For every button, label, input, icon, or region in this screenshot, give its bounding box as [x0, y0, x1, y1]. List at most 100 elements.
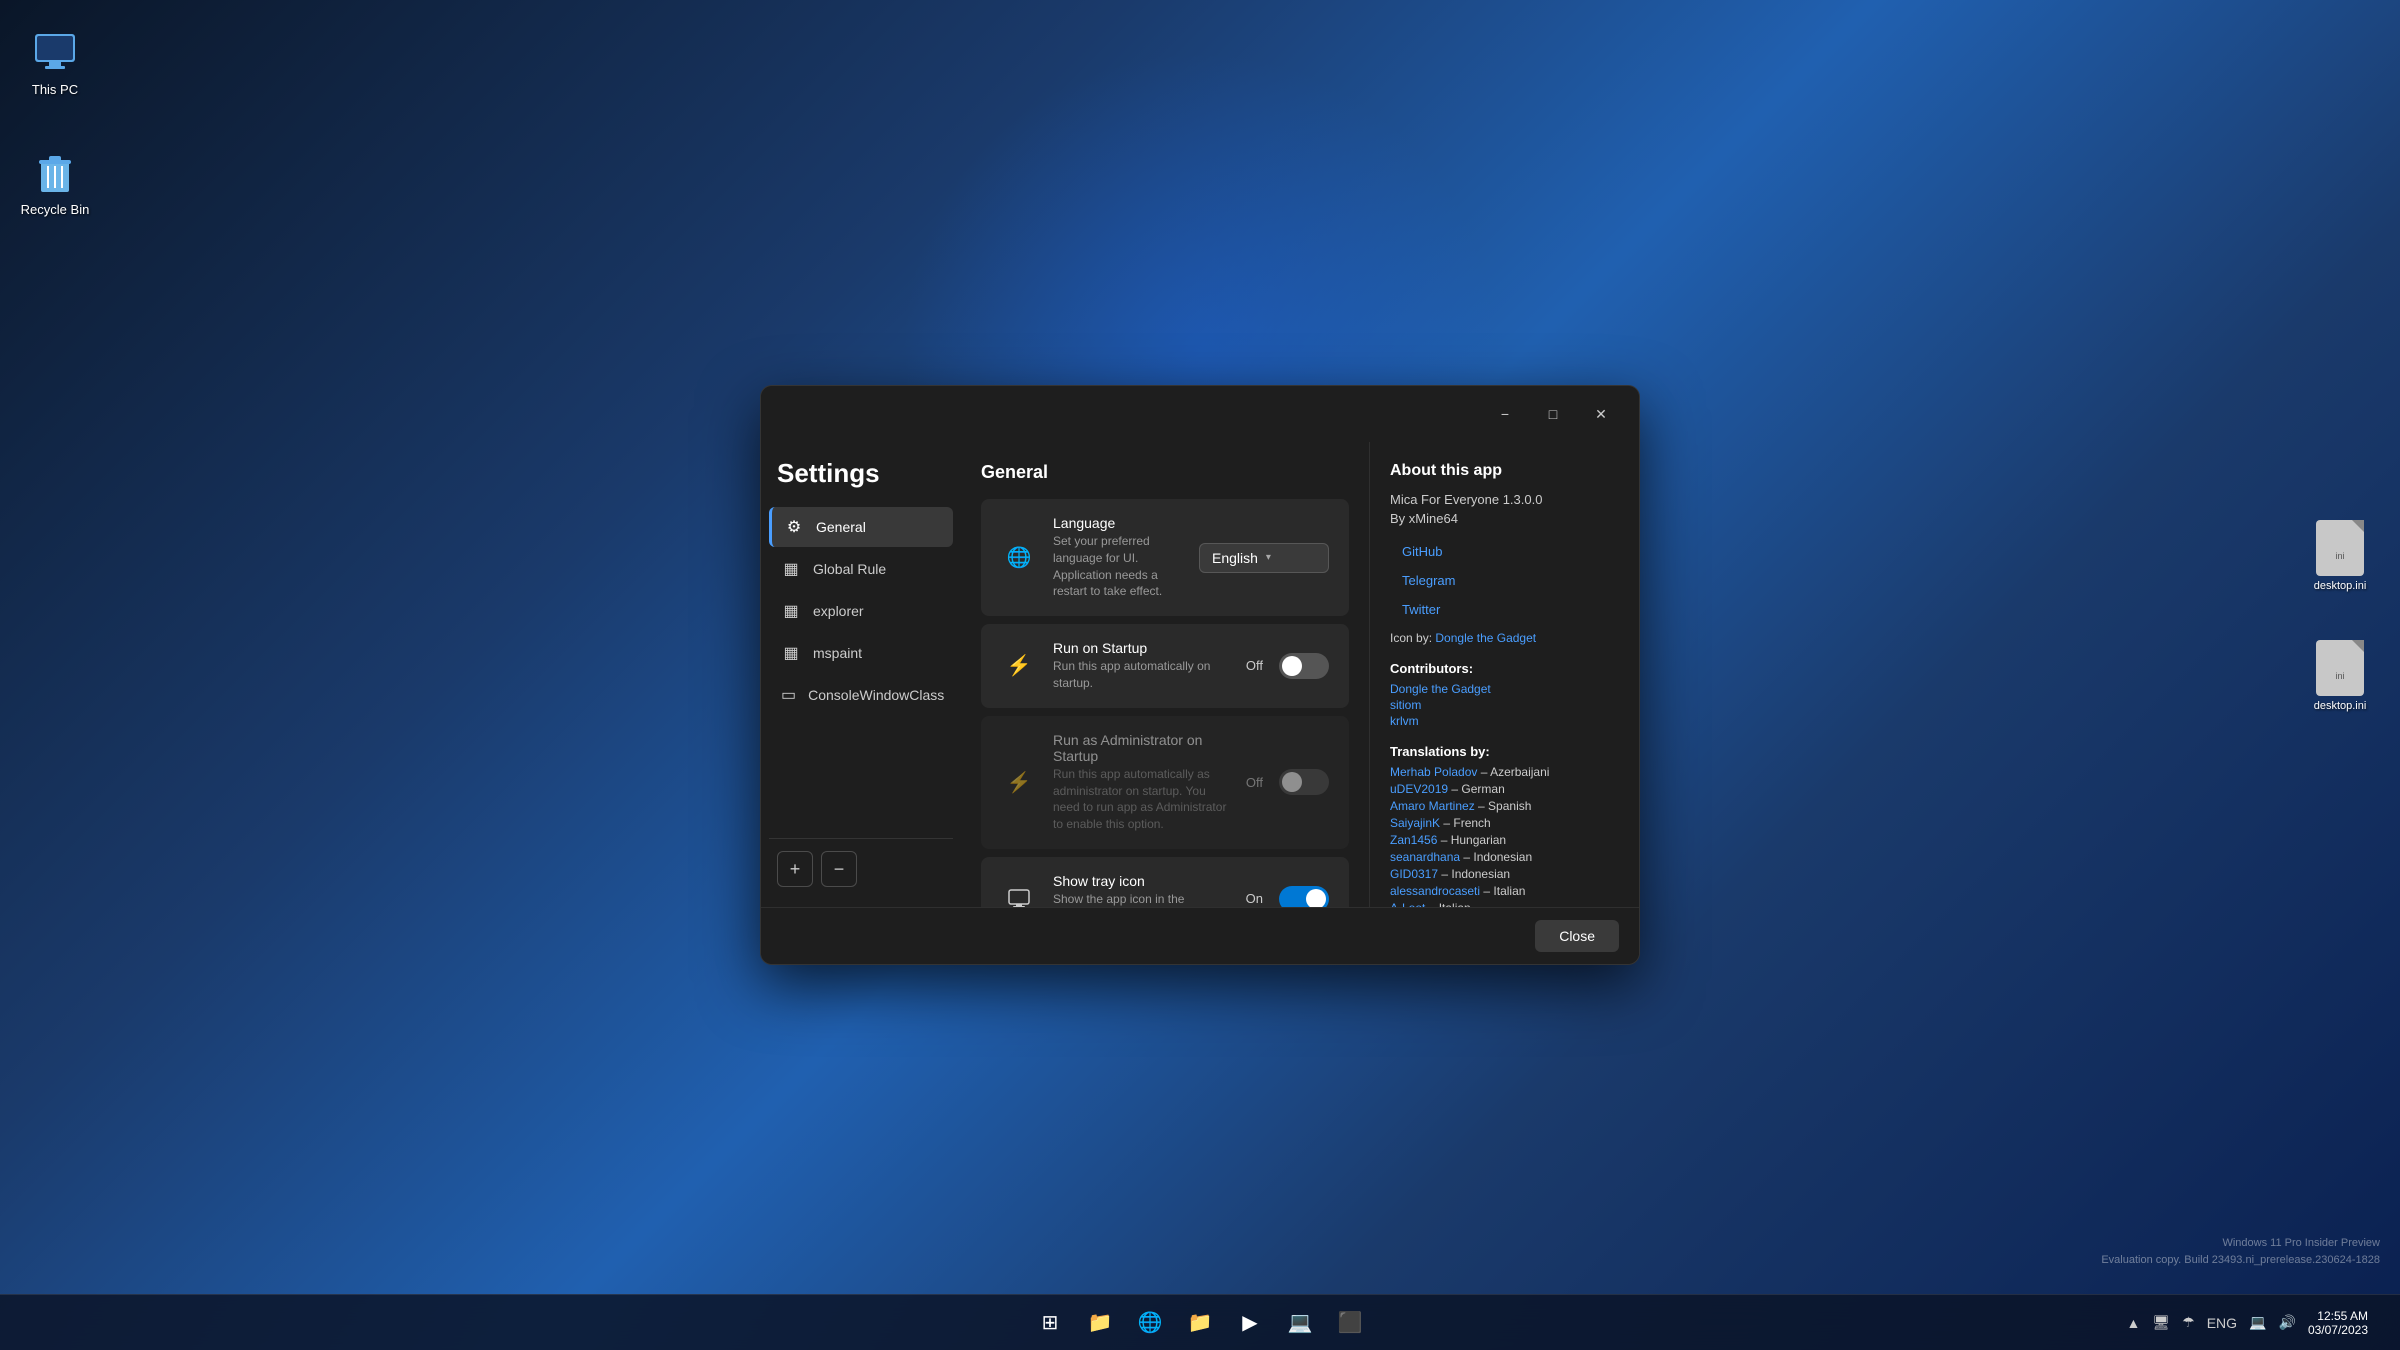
taskbar-files[interactable]: 📁: [1178, 1301, 1222, 1345]
tray-info: Show tray icon Show the app icon in the …: [1053, 873, 1230, 907]
contributors-title: Contributors:: [1390, 661, 1619, 676]
translations-list: Merhab Poladov – AzerbaijaniuDEV2019 – G…: [1390, 765, 1619, 907]
start-button[interactable]: ⊞: [1028, 1301, 1072, 1345]
tray-toggle[interactable]: [1279, 886, 1329, 907]
translation-item: uDEV2019 – German: [1390, 782, 1619, 796]
sidebar-item-explorer[interactable]: ▦ explorer: [769, 591, 953, 631]
sidebar-explorer-label: explorer: [813, 603, 864, 619]
icon-credit-link[interactable]: Dongle the Gadget: [1435, 631, 1536, 645]
settings-body: Settings ⚙ General ▦ Global Rule ▦ explo…: [761, 442, 1639, 907]
add-button[interactable]: +: [777, 851, 813, 887]
language-value: English: [1212, 550, 1258, 566]
telegram-link[interactable]: Telegram: [1390, 567, 1619, 594]
app-name: Mica For Everyone 1.3.0.0: [1390, 492, 1619, 507]
admin-startup-desc: Run this app automatically as administra…: [1053, 766, 1230, 833]
tray-control: On: [1246, 886, 1329, 907]
window-close-button[interactable]: ✕: [1579, 398, 1623, 430]
tray-display-icon[interactable]: 💻: [2245, 1310, 2270, 1335]
startup-toggle[interactable]: [1279, 653, 1329, 679]
sidebar-global-rule-label: Global Rule: [813, 561, 886, 577]
admin-startup-icon: ⚡: [1001, 764, 1037, 800]
admin-startup-card: ⚡ Run as Administrator on Startup Run th…: [981, 716, 1349, 849]
tray-toggle-label: On: [1246, 891, 1263, 906]
general-icon: ⚙: [784, 517, 804, 537]
contributor-sitiom[interactable]: sitiom: [1390, 698, 1619, 712]
translation-item: alessandrocaseti – Italian: [1390, 884, 1619, 898]
dropdown-chevron: ▾: [1266, 552, 1271, 563]
sidebar-item-general[interactable]: ⚙ General: [769, 507, 953, 547]
tray-lang-icon[interactable]: ENG: [2203, 1311, 2241, 1335]
bottom-bar: Close: [761, 907, 1639, 964]
settings-title: Settings: [769, 450, 953, 505]
translation-item: seanardhana – Indonesian: [1390, 850, 1619, 864]
language-name: Language: [1053, 515, 1183, 531]
taskbar-center: ⊞ 📁 🌐 📁 ▶ 💻 ⬛: [1028, 1301, 1372, 1345]
section-title: General: [981, 462, 1349, 483]
github-link[interactable]: GitHub: [1390, 538, 1619, 565]
console-icon: ▭: [781, 685, 796, 705]
remove-button[interactable]: −: [821, 851, 857, 887]
tray-icon-card: Show tray icon Show the app icon in the …: [981, 857, 1349, 907]
admin-toggle-label: Off: [1246, 775, 1263, 790]
startup-icon: ⚡: [1001, 648, 1037, 684]
admin-startup-control: Off: [1246, 769, 1329, 795]
tray-bluetooth-icon[interactable]: ☂: [2178, 1310, 2199, 1335]
taskbar-clock[interactable]: 12:55 AM 03/07/2023: [2308, 1309, 2368, 1337]
translations-title: Translations by:: [1390, 744, 1619, 759]
language-card: 🌐 Language Set your preferred language f…: [981, 499, 1349, 616]
admin-startup-info: Run as Administrator on Startup Run this…: [1053, 732, 1230, 833]
startup-toggle-label: Off: [1246, 658, 1263, 673]
tray-volume-icon[interactable]: 🔊: [2275, 1310, 2300, 1335]
tray-toggle-knob: [1306, 889, 1326, 907]
settings-window: − □ ✕ Settings ⚙ General ▦ Global Rule: [760, 385, 1640, 965]
language-desc: Set your preferred language for UI. Appl…: [1053, 533, 1183, 600]
tray-expand-icon[interactable]: ▲: [2123, 1311, 2145, 1335]
maximize-button[interactable]: □: [1531, 398, 1575, 430]
admin-startup-toggle: [1279, 769, 1329, 795]
sidebar-item-console[interactable]: ▭ ConsoleWindowClass: [769, 675, 953, 715]
translation-item: SaiyajinK – French: [1390, 816, 1619, 830]
taskbar: ⊞ 📁 🌐 📁 ▶ 💻 ⬛ ▲ 🖥 ☂ ENG 💻 🔊 12:55 AM 03/…: [0, 1294, 2400, 1350]
modal-overlay: − □ ✕ Settings ⚙ General ▦ Global Rule: [0, 0, 2400, 1350]
tray-icon-icon: [1001, 881, 1037, 907]
admin-startup-name: Run as Administrator on Startup: [1053, 732, 1230, 764]
sidebar-general-label: General: [816, 519, 866, 535]
tray-desc: Show the app icon in the notification ar…: [1053, 891, 1230, 907]
language-icon: 🌐: [1001, 540, 1037, 576]
taskbar-explorer[interactable]: 📁: [1078, 1301, 1122, 1345]
taskbar-browser[interactable]: 🌐: [1128, 1301, 1172, 1345]
system-tray: ▲ 🖥 ☂ ENG 💻 🔊: [2123, 1310, 2300, 1335]
main-content: General 🌐 Language Set your preferred la…: [961, 442, 1369, 907]
twitter-link[interactable]: Twitter: [1390, 596, 1619, 623]
language-dropdown[interactable]: English ▾: [1199, 543, 1329, 573]
sidebar-item-mspaint[interactable]: ▦ mspaint: [769, 633, 953, 673]
sidebar-mspaint-label: mspaint: [813, 645, 862, 661]
close-button[interactable]: Close: [1535, 920, 1619, 952]
sidebar-item-global-rule[interactable]: ▦ Global Rule: [769, 549, 953, 589]
tray-name: Show tray icon: [1053, 873, 1230, 889]
startup-toggle-knob: [1282, 656, 1302, 676]
translation-item: Zan1456 – Hungarian: [1390, 833, 1619, 847]
sidebar-footer: + −: [769, 838, 953, 899]
minimize-button[interactable]: −: [1483, 398, 1527, 430]
admin-toggle-knob: [1282, 772, 1302, 792]
contributor-krlvm[interactable]: krlvm: [1390, 714, 1619, 728]
show-desktop-button[interactable]: [2376, 1303, 2384, 1343]
about-title: About this app: [1390, 462, 1619, 480]
tray-network-icon[interactable]: 🖥: [2148, 1310, 2174, 1335]
contributor-dongle[interactable]: Dongle the Gadget: [1390, 682, 1619, 696]
explorer-icon: ▦: [781, 601, 801, 621]
monitor-small-icon: [1008, 888, 1030, 907]
taskbar-app[interactable]: ⬛: [1328, 1301, 1372, 1345]
sidebar: Settings ⚙ General ▦ Global Rule ▦ explo…: [761, 442, 961, 907]
contributors-section: Contributors: Dongle the Gadget sitiom k…: [1390, 661, 1619, 728]
startup-control: Off: [1246, 653, 1329, 679]
language-control: English ▾: [1199, 543, 1329, 573]
startup-desc: Run this app automatically on startup.: [1053, 658, 1230, 692]
taskbar-terminal[interactable]: 💻: [1278, 1301, 1322, 1345]
icon-by: Icon by: Dongle the Gadget: [1390, 631, 1619, 645]
app-by: By xMine64: [1390, 511, 1619, 526]
global-rule-icon: ▦: [781, 559, 801, 579]
taskbar-media[interactable]: ▶: [1228, 1301, 1272, 1345]
startup-name: Run on Startup: [1053, 640, 1230, 656]
